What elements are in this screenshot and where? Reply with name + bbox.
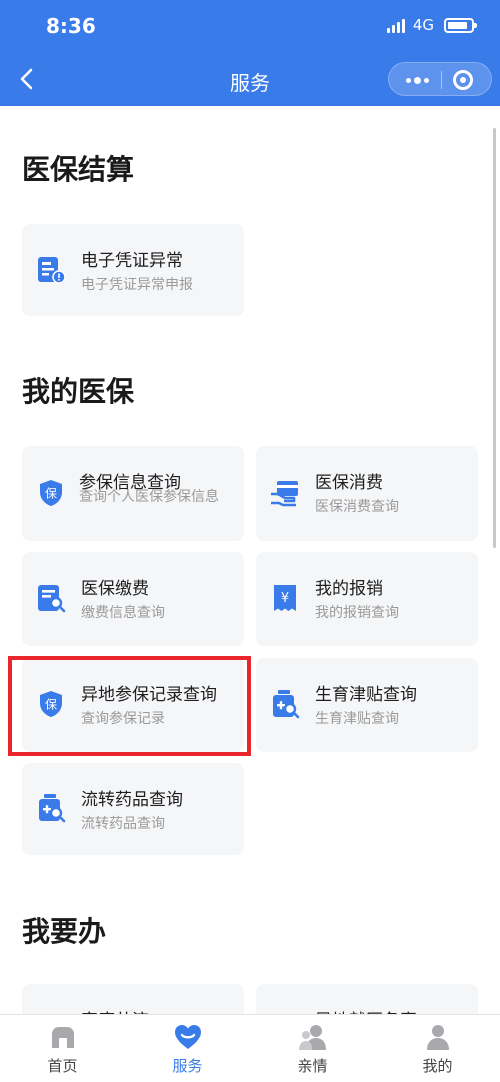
card-title: 家庭共济 bbox=[81, 1006, 149, 1014]
tab-bar: 首页 服务 亲情 我的 bbox=[0, 1014, 500, 1082]
service-content[interactable]: 医保结算 电子凭证异常 电子凭证异常申报 我的医保 保 参保信息查询 查询个人医… bbox=[0, 106, 500, 1014]
service-card-payment[interactable]: 医保缴费 缴费信息查询 bbox=[22, 552, 244, 646]
card-subtitle: 我的报销查询 bbox=[315, 605, 399, 621]
home-icon bbox=[52, 1027, 74, 1048]
service-card-maternity-allowance[interactable]: 生育津贴查询 生育津贴查询 bbox=[256, 658, 478, 752]
app-header: 8:36 4G 服务 bbox=[0, 0, 500, 106]
service-card-e-voucher[interactable]: 电子凭证异常 电子凭证异常申报 bbox=[22, 224, 244, 316]
more-icon[interactable] bbox=[395, 63, 439, 97]
svg-text:¥: ¥ bbox=[281, 591, 289, 606]
service-card-family-mutual-aid[interactable]: 家庭共济 bbox=[22, 984, 244, 1014]
card-title: 流转药品查询 bbox=[81, 790, 183, 810]
section-title-settlement: 医保结算 bbox=[22, 153, 135, 186]
tab-label: 我的 bbox=[422, 1057, 453, 1075]
section-title-my-insurance: 我的医保 bbox=[22, 375, 135, 408]
heart-service-icon bbox=[175, 1025, 201, 1049]
medicine-search-icon bbox=[39, 794, 66, 823]
card-title: 生育津贴查询 bbox=[315, 685, 417, 705]
card-subtitle: 缴费信息查询 bbox=[81, 605, 165, 621]
scrollbar[interactable] bbox=[493, 128, 496, 548]
tab-label: 服务 bbox=[172, 1057, 203, 1075]
network-label: 4G bbox=[412, 16, 434, 34]
service-card-transfer-medicine[interactable]: 流转药品查询 流转药品查询 bbox=[22, 763, 244, 855]
capsule-divider bbox=[441, 71, 442, 89]
card-subtitle: 生育津贴查询 bbox=[315, 711, 399, 727]
tab-home[interactable]: 首页 bbox=[0, 1015, 125, 1082]
section-title-to-do: 我要办 bbox=[22, 915, 107, 948]
status-time: 8:36 bbox=[46, 14, 96, 38]
highlight-box bbox=[8, 656, 251, 756]
status-indicators: 4G bbox=[386, 16, 477, 34]
shield-bao-icon: 保 bbox=[40, 480, 62, 506]
card-title: 异地就医备案 bbox=[315, 1006, 417, 1014]
tab-mine[interactable]: 我的 bbox=[375, 1015, 500, 1082]
service-card-reimbursement[interactable]: ¥ 我的报销 我的报销查询 bbox=[256, 552, 478, 646]
card-subtitle: 查询个人医保参保信息 bbox=[79, 489, 219, 505]
signal-icon bbox=[386, 17, 405, 33]
document-alert-icon bbox=[38, 257, 66, 284]
service-card-insurance-info[interactable]: 保 参保信息查询 查询个人医保参保信息 bbox=[22, 446, 244, 541]
tab-service[interactable]: 服务 bbox=[125, 1015, 250, 1082]
card-hand-icon bbox=[271, 481, 298, 507]
family-icon bbox=[299, 1025, 326, 1050]
medicine-search-icon bbox=[273, 690, 300, 719]
card-title: 电子凭证异常 bbox=[81, 251, 183, 271]
user-icon bbox=[427, 1025, 449, 1050]
tab-label: 首页 bbox=[47, 1057, 78, 1075]
mini-program-capsule bbox=[388, 62, 492, 96]
battery-icon bbox=[444, 17, 477, 33]
nav-bar: 服务 bbox=[0, 52, 500, 106]
svg-text:保: 保 bbox=[45, 487, 57, 501]
card-title: 我的报销 bbox=[315, 579, 383, 599]
card-subtitle: 电子凭证异常申报 bbox=[81, 277, 193, 293]
card-subtitle: 医保消费查询 bbox=[315, 499, 399, 515]
service-card-offsite-medical-filing[interactable]: 异地就医备案 bbox=[256, 984, 478, 1014]
tab-label: 亲情 bbox=[297, 1057, 328, 1075]
close-mini-program-icon[interactable] bbox=[453, 70, 473, 90]
card-title: 医保缴费 bbox=[81, 579, 149, 599]
status-bar: 8:36 4G bbox=[0, 0, 500, 52]
card-title: 医保消费 bbox=[315, 473, 383, 493]
tab-family[interactable]: 亲情 bbox=[250, 1015, 375, 1082]
document-search-icon bbox=[38, 585, 66, 613]
card-subtitle: 流转药品查询 bbox=[81, 816, 165, 832]
yuan-receipt-icon: ¥ bbox=[274, 585, 296, 611]
service-card-consumption[interactable]: 医保消费 医保消费查询 bbox=[256, 446, 478, 541]
